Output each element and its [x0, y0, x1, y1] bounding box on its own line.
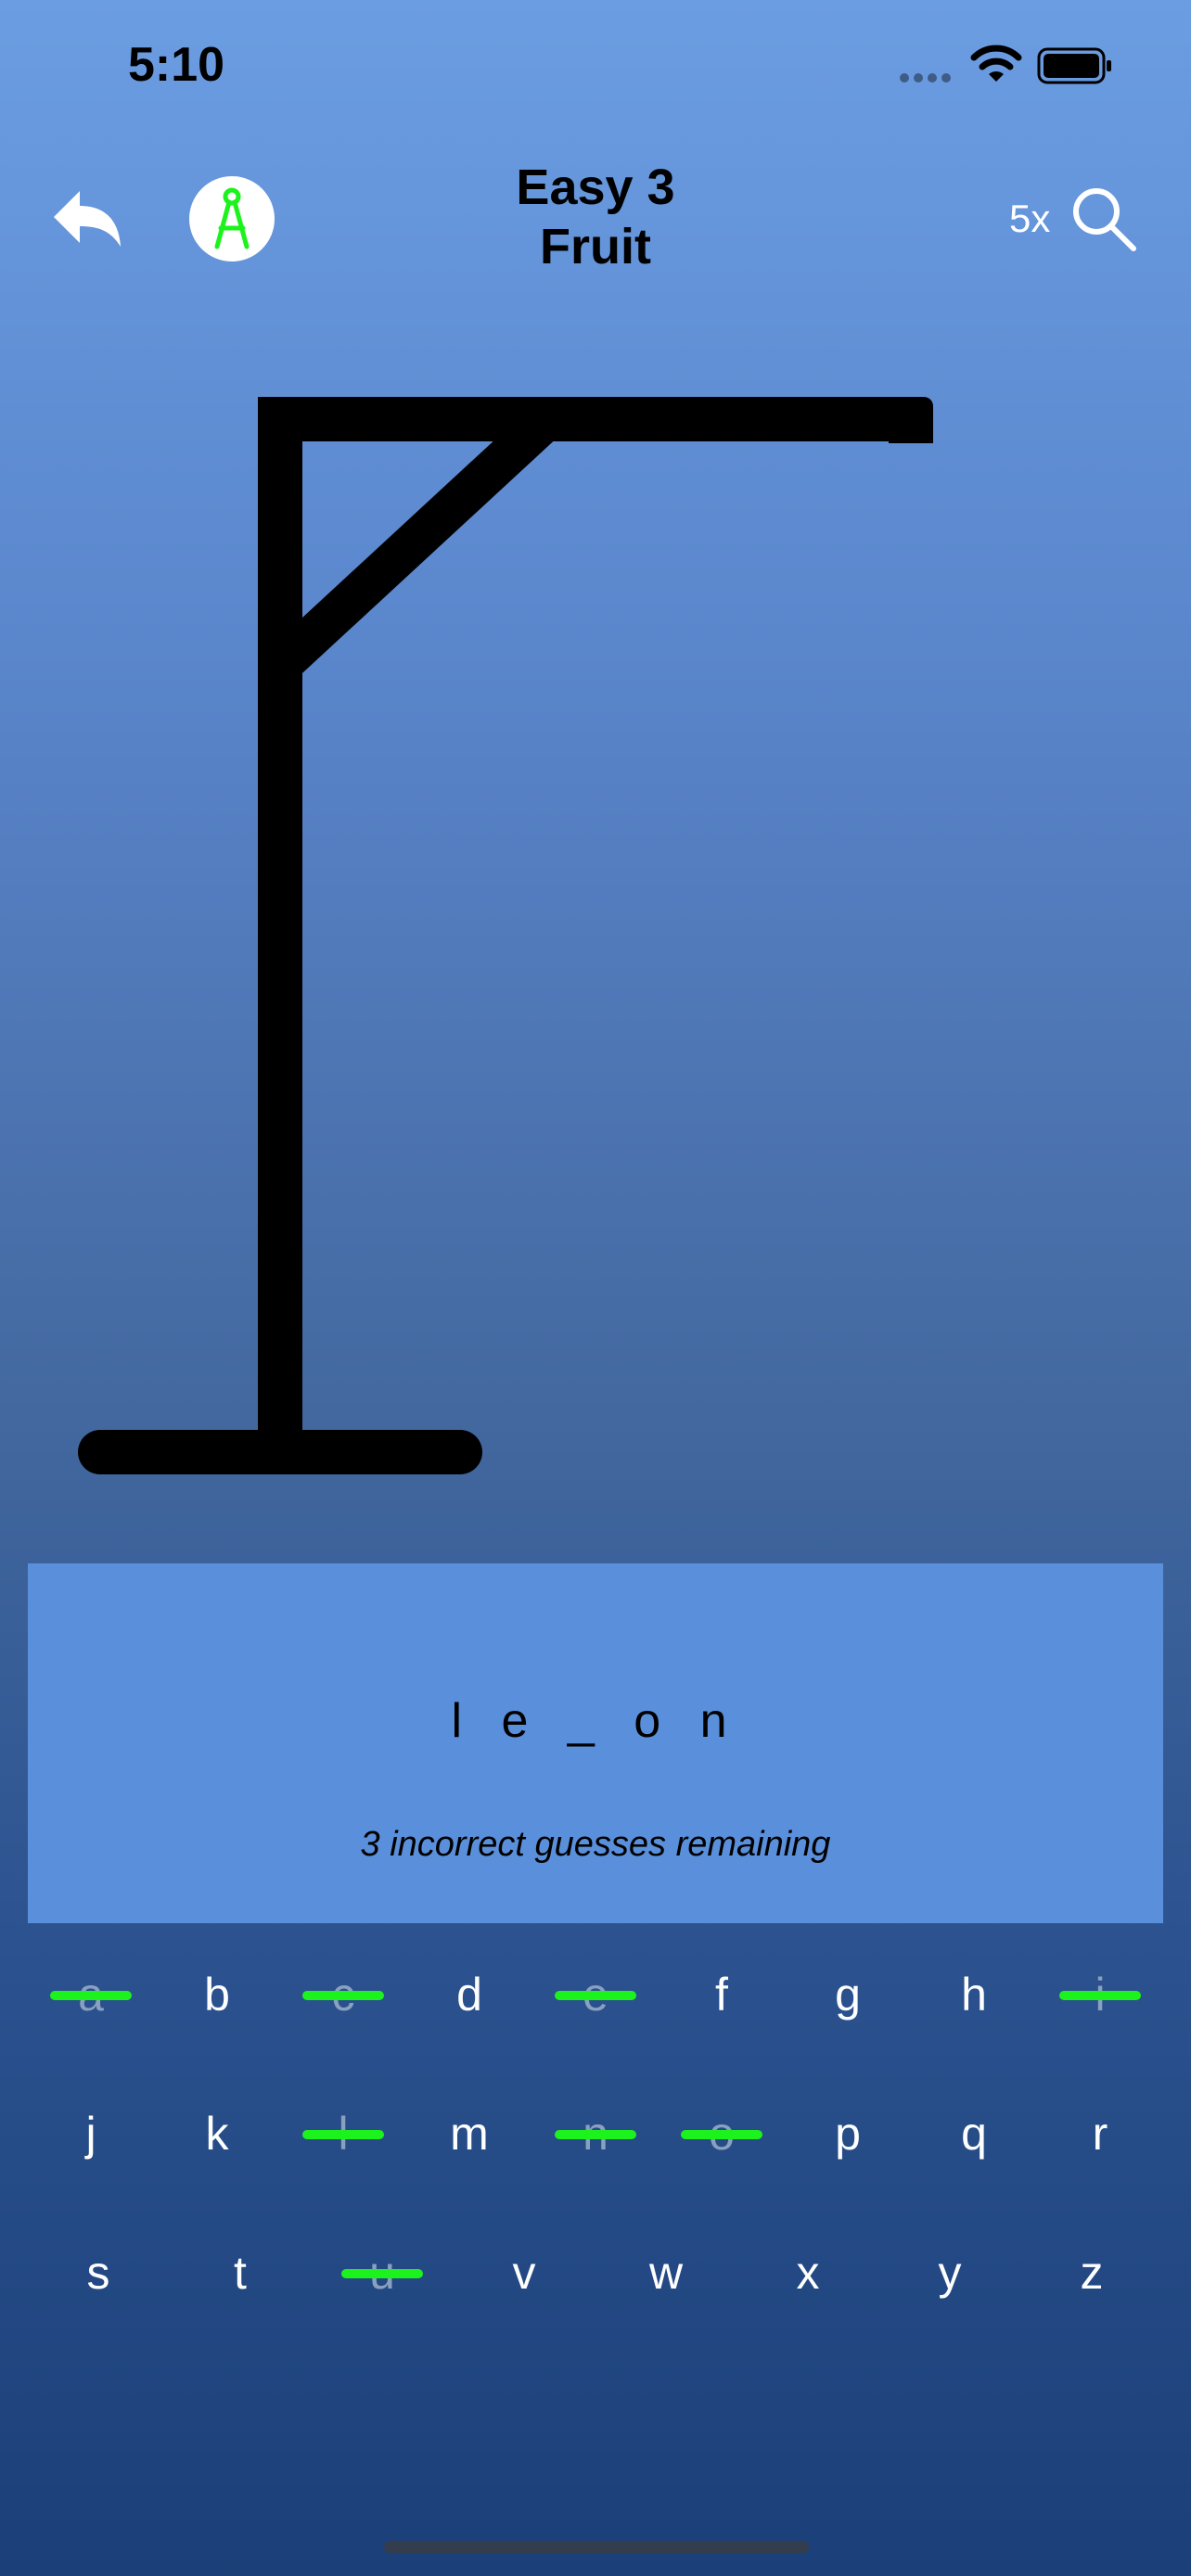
key-b[interactable]: b [171, 1953, 263, 2036]
gallows-rope-stub [889, 419, 933, 443]
key-t[interactable]: t [194, 2231, 287, 2315]
key-y[interactable]: y [903, 2231, 996, 2315]
key-l: l [297, 2092, 390, 2175]
key-z[interactable]: z [1045, 2231, 1138, 2315]
home-indicator [384, 2541, 809, 2554]
gallows-drawing [78, 397, 933, 1474]
guesses-remaining-text: 3 incorrect guesses remaining [360, 1825, 831, 1864]
key-r[interactable]: r [1054, 2092, 1146, 2175]
key-p[interactable]: p [801, 2092, 894, 2175]
key-a: a [45, 1953, 137, 2036]
gallows-post [258, 397, 302, 1454]
key-h[interactable]: h [928, 1953, 1020, 2036]
key-c: c [297, 1953, 390, 2036]
key-g[interactable]: g [801, 1953, 894, 2036]
key-s[interactable]: s [52, 2231, 145, 2315]
key-i: i [1054, 1953, 1146, 2036]
gallows-beam [258, 397, 933, 441]
key-j[interactable]: j [45, 2092, 137, 2175]
key-q[interactable]: q [928, 2092, 1020, 2175]
key-k[interactable]: k [171, 2092, 263, 2175]
key-f[interactable]: f [675, 1953, 768, 2036]
key-e: e [549, 1953, 642, 2036]
key-n: n [549, 2092, 642, 2175]
puzzle-word: l e _ o n [451, 1694, 740, 1748]
key-m[interactable]: m [423, 2092, 516, 2175]
key-w[interactable]: w [620, 2231, 712, 2315]
key-x[interactable]: x [762, 2231, 854, 2315]
key-u: u [336, 2231, 429, 2315]
gallows-brace [264, 403, 561, 683]
key-o: o [675, 2092, 768, 2175]
key-v[interactable]: v [478, 2231, 570, 2315]
key-d[interactable]: d [423, 1953, 516, 2036]
word-panel: l e _ o n 3 incorrect guesses remaining [28, 1563, 1163, 1923]
